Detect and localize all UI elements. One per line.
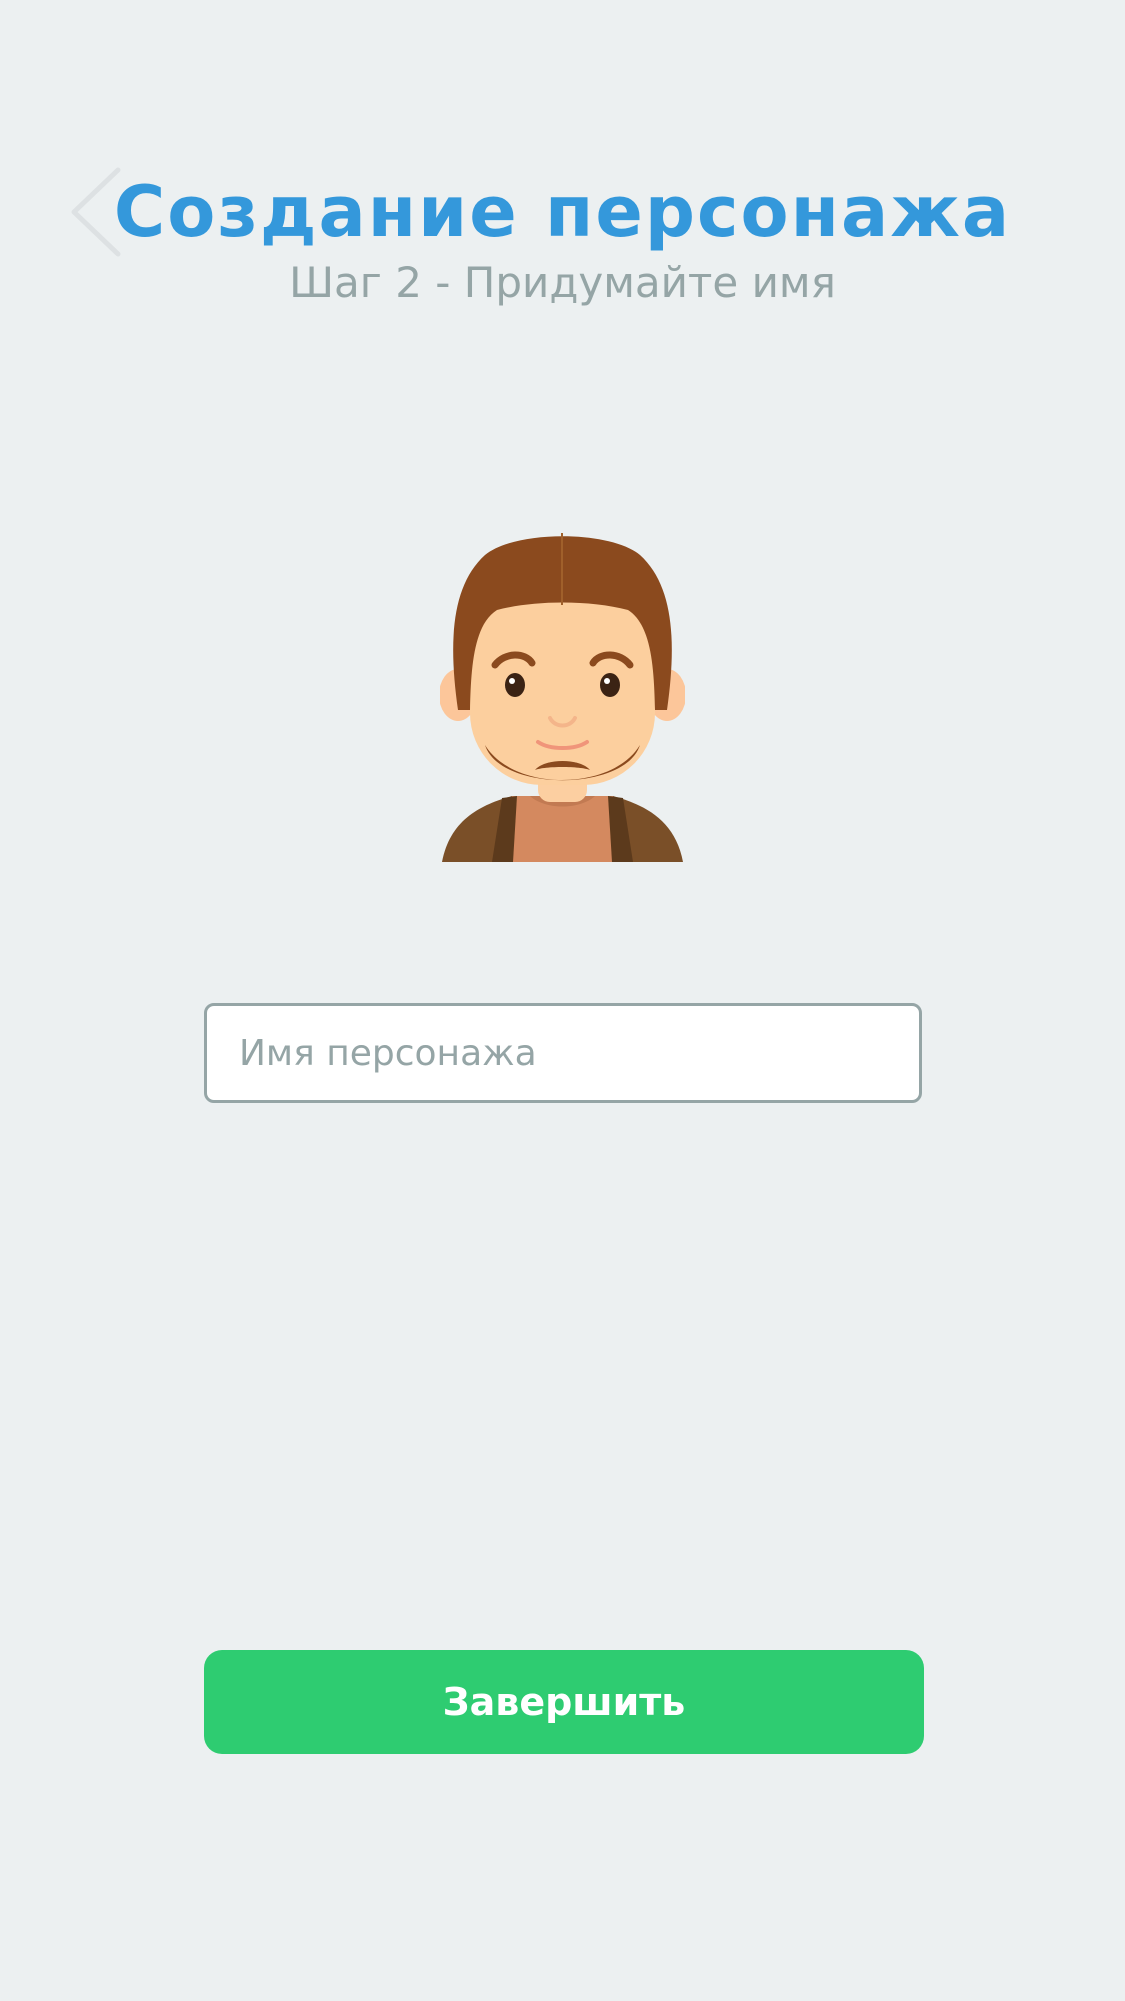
page-subtitle: Шаг 2 - Придумайте имя — [289, 258, 836, 307]
character-avatar — [440, 530, 685, 862]
finish-button[interactable]: Завершить — [204, 1650, 924, 1754]
character-name-input[interactable] — [204, 1003, 922, 1103]
page-title: Создание персонажа — [113, 171, 1012, 253]
